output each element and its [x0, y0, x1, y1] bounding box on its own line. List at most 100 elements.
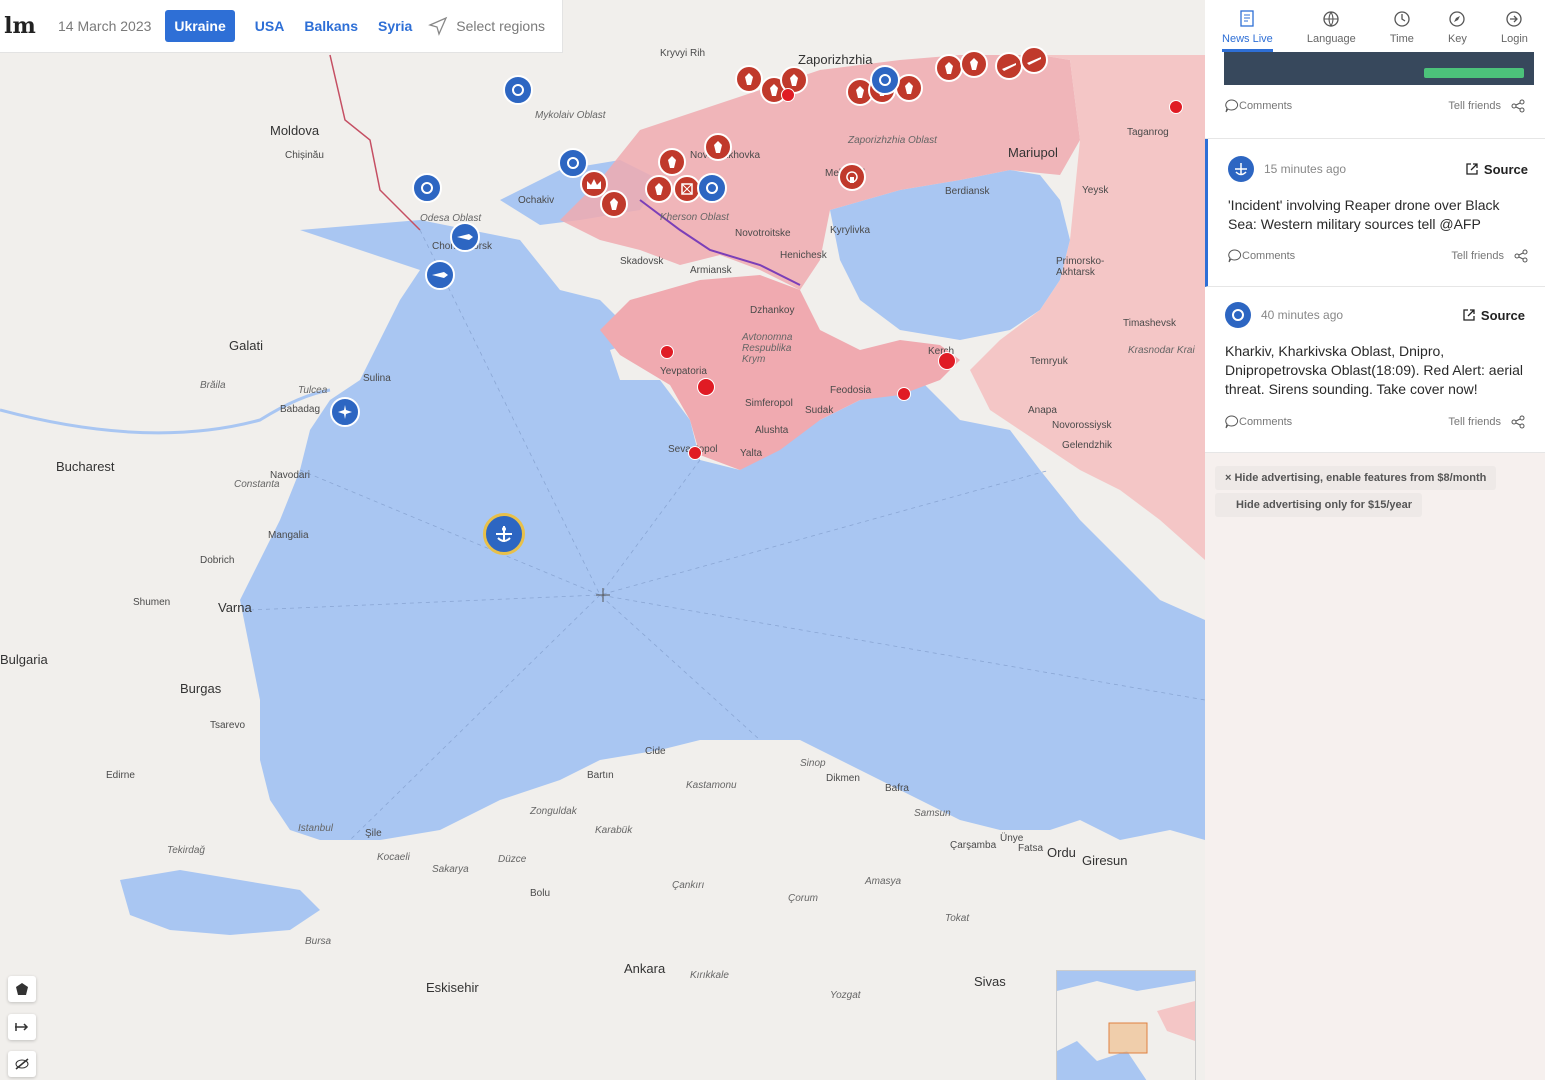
- hide-ads-yearly-button[interactable]: Hide advertising only for $15/year: [1215, 493, 1423, 517]
- label-kyrylivka: Kyrylivka: [830, 225, 871, 236]
- nav-key[interactable]: Key: [1448, 10, 1467, 52]
- share-icon: [1511, 415, 1525, 429]
- date-label[interactable]: 14 March 2023: [58, 18, 151, 34]
- label-eskisehir: Eskisehir: [426, 980, 479, 995]
- label-henichesk: Henichesk: [780, 250, 827, 261]
- label-carsamba: Çarşamba: [950, 840, 997, 851]
- label-simferopol: Simferopol: [745, 398, 793, 409]
- nav-login[interactable]: Login: [1501, 10, 1528, 52]
- ukraine-army-marker[interactable]: [412, 173, 442, 203]
- missile-marker[interactable]: [450, 222, 480, 252]
- label-yalta: Yalta: [740, 448, 763, 459]
- label-skadovsk: Skadovsk: [620, 256, 664, 267]
- tab-syria[interactable]: Syria: [378, 12, 412, 40]
- label-berdiansk: Berdiansk: [945, 186, 990, 197]
- source-link[interactable]: Source: [1462, 308, 1525, 323]
- alert-dot[interactable]: [697, 378, 715, 396]
- ukraine-army-marker[interactable]: [558, 148, 588, 178]
- alert-dot[interactable]: [897, 387, 911, 401]
- ukraine-army-marker[interactable]: [697, 173, 727, 203]
- label-kherson-oblast: Kherson Oblast: [660, 212, 729, 223]
- nav-time[interactable]: Time: [1390, 10, 1414, 52]
- label-sakarya: Sakarya: [432, 864, 469, 875]
- label-dikmen: Dikmen: [826, 773, 860, 784]
- label-yevpatoria: Yevpatoria: [660, 366, 707, 377]
- comments-link[interactable]: Comments: [1225, 415, 1292, 429]
- label-ochakiv: Ochakiv: [518, 195, 555, 206]
- draw-polygon-button[interactable]: [8, 976, 36, 1002]
- alert-dot[interactable]: [781, 88, 795, 102]
- label-fatsa: Fatsa: [1018, 843, 1044, 854]
- globe-icon: [1323, 11, 1339, 28]
- drone-incident-marker[interactable]: [483, 513, 525, 555]
- news-card-partial[interactable]: Comments Tell friends: [1205, 52, 1545, 139]
- news-panel: News Live Language Time Key Login Commen…: [1205, 0, 1545, 1080]
- label-ordu: Ordu: [1047, 845, 1076, 860]
- explosion-marker[interactable]: [645, 175, 673, 203]
- ukraine-army-marker[interactable]: [503, 75, 533, 105]
- alert-dot[interactable]: [660, 345, 674, 359]
- explosion-marker[interactable]: [735, 65, 763, 93]
- explosion-marker[interactable]: [600, 190, 628, 218]
- label-braila: Brăila: [200, 380, 226, 391]
- news-time: 15 minutes ago: [1264, 162, 1347, 176]
- label-constanta: Constanta: [234, 479, 280, 490]
- label-bucharest: Bucharest: [56, 459, 115, 474]
- label-armiansk: Armiansk: [690, 265, 732, 276]
- label-bursa: Bursa: [305, 936, 332, 947]
- comments-link[interactable]: Comments: [1228, 249, 1295, 263]
- liveuamap-logo[interactable]: lm: [0, 0, 40, 52]
- nav-news-live[interactable]: News Live: [1222, 10, 1273, 52]
- top-bar: lm 14 March 2023 Ukraine USA Balkans Syr…: [0, 0, 563, 53]
- news-card[interactable]: 40 minutes ago Source Kharkiv, Kharkivsk…: [1205, 287, 1545, 453]
- explosion-marker[interactable]: [960, 50, 988, 78]
- external-link-icon: [1463, 309, 1475, 321]
- tell-friends-link[interactable]: Tell friends: [1448, 99, 1525, 113]
- hide-layers-button[interactable]: [8, 1051, 36, 1077]
- explosion-marker[interactable]: [658, 148, 686, 176]
- map-base: [0, 0, 1205, 1080]
- overview-minimap[interactable]: [1056, 970, 1196, 1080]
- tab-ukraine[interactable]: Ukraine: [165, 10, 235, 42]
- select-regions-button[interactable]: Select regions: [428, 16, 545, 36]
- label-dobrich: Dobrich: [200, 555, 235, 566]
- ukraine-army-marker[interactable]: [870, 65, 900, 95]
- news-headline[interactable]: Kharkiv, Kharkivska Oblast, Dnipro, Dnip…: [1205, 342, 1545, 399]
- panel-nav: News Live Language Time Key Login: [1205, 0, 1545, 53]
- label-sivas: Sivas: [974, 974, 1006, 989]
- tab-usa[interactable]: USA: [255, 12, 285, 40]
- label-burgas: Burgas: [180, 681, 222, 696]
- missile-marker[interactable]: [425, 260, 455, 290]
- nav-language[interactable]: Language: [1307, 10, 1356, 52]
- nuclear-plant-marker[interactable]: [838, 163, 866, 191]
- label-odesa-oblast: Odesa Oblast: [420, 213, 482, 224]
- artillery-marker[interactable]: [995, 52, 1023, 80]
- news-headline[interactable]: 'Incident' involving Reaper drone over B…: [1208, 196, 1545, 234]
- label-mangalia: Mangalia: [268, 530, 309, 541]
- select-regions-label: Select regions: [456, 18, 545, 34]
- alert-dot[interactable]: [938, 352, 956, 370]
- alert-dot[interactable]: [688, 446, 702, 460]
- alert-dot[interactable]: [1169, 100, 1183, 114]
- tab-balkans[interactable]: Balkans: [304, 12, 358, 40]
- label-mykolaiv-oblast: Mykolaiv Oblast: [535, 110, 606, 121]
- tell-friends-link[interactable]: Tell friends: [1448, 415, 1525, 429]
- tell-friends-link[interactable]: Tell friends: [1451, 249, 1528, 263]
- news-card-thumbnail[interactable]: [1224, 52, 1534, 85]
- label-novotroitske: Novotroitske: [735, 228, 791, 239]
- explosion-marker[interactable]: [935, 54, 963, 82]
- label-samsun: Samsun: [914, 808, 951, 819]
- map-canvas[interactable]: Moldova Chișinău Odesa Oblast Mykolaiv O…: [0, 0, 1205, 1080]
- hide-ads-monthly-button[interactable]: × Hide advertising, enable features from…: [1215, 466, 1497, 490]
- airplane-marker[interactable]: [330, 397, 360, 427]
- artillery-marker[interactable]: [1020, 46, 1048, 74]
- label-kryvyi-rih: Kryvyi Rih: [660, 48, 706, 59]
- measure-button[interactable]: [8, 1014, 36, 1040]
- label-mariupol: Mariupol: [1008, 145, 1058, 160]
- source-link[interactable]: Source: [1465, 162, 1528, 177]
- label-giresun: Giresun: [1082, 853, 1128, 868]
- comments-link[interactable]: Comments: [1225, 99, 1292, 113]
- label-timashevsk: Timashevsk: [1123, 318, 1176, 329]
- news-card[interactable]: 15 minutes ago Source 'Incident' involvi…: [1205, 139, 1545, 287]
- explosion-marker[interactable]: [704, 133, 732, 161]
